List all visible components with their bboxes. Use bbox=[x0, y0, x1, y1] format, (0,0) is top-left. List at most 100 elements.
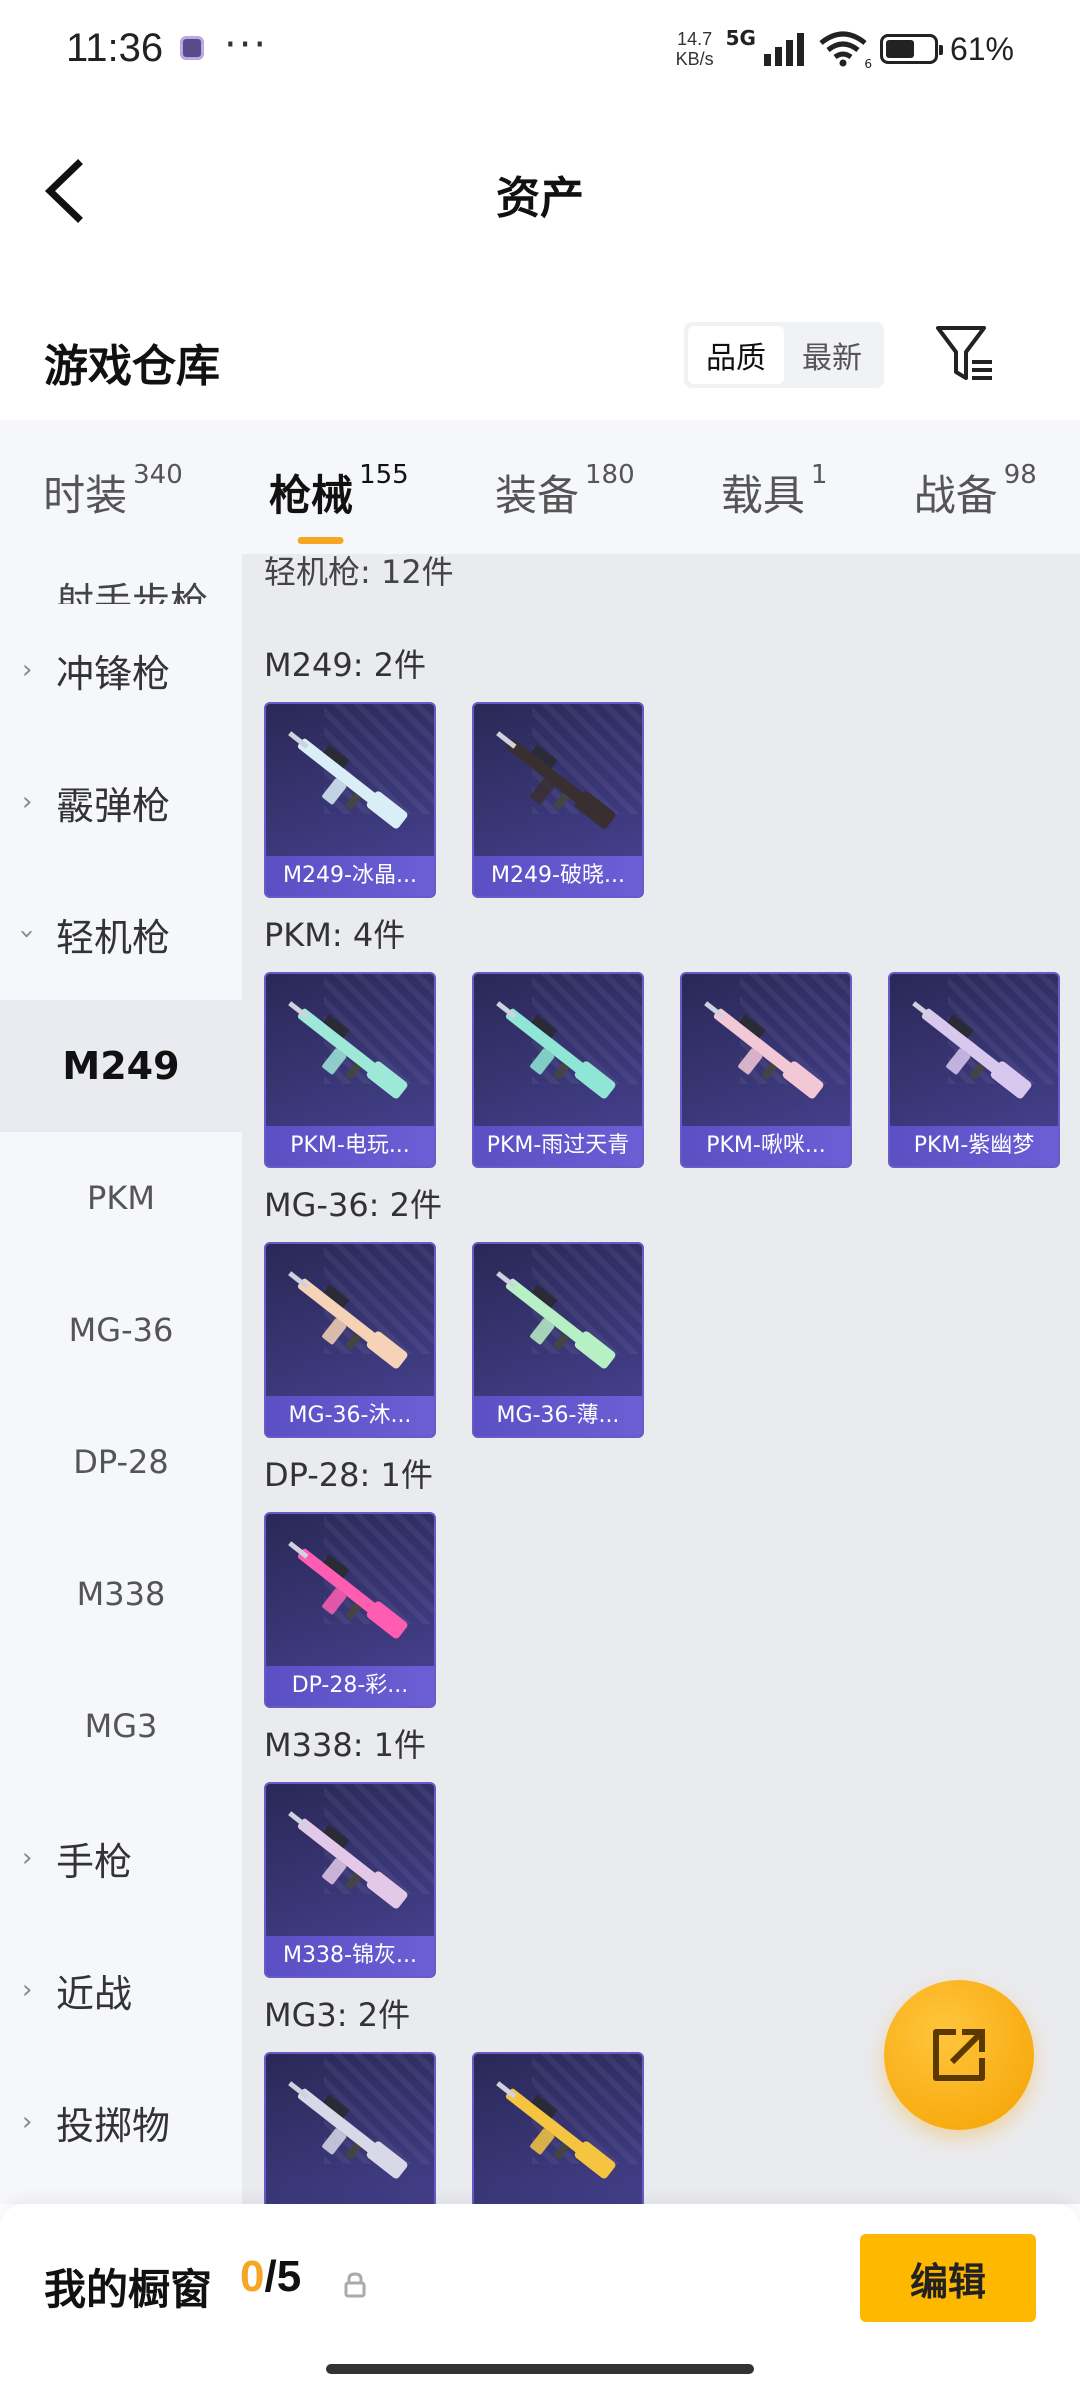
tab-count: 1 bbox=[810, 460, 828, 490]
gun-image-icon bbox=[912, 1001, 1032, 1099]
group-items: MG-36-沐... MG-36-薄... bbox=[264, 1242, 1080, 1438]
tab-firearms[interactable]: 枪械 155 bbox=[269, 452, 409, 544]
showcase-title: 我的橱窗 bbox=[44, 2265, 213, 2314]
sidebar-item-marksman[interactable]: 射手步枪 bbox=[0, 554, 242, 604]
sidebar-item-throwables[interactable]: › 投掷物 bbox=[0, 2056, 242, 2188]
tab-equipment[interactable]: 装备 180 bbox=[495, 452, 635, 522]
tab-count: 98 bbox=[1003, 460, 1037, 490]
sidebar-sub-m338[interactable]: M338 bbox=[0, 1528, 242, 1660]
tab-label: 时装 bbox=[43, 471, 128, 520]
sidebar-item-shotgun[interactable]: › 霰弹枪 bbox=[0, 736, 242, 868]
more-notifications-icon: ··· bbox=[224, 22, 269, 68]
network-speed-value: 14.7 bbox=[677, 29, 713, 49]
share-external-icon bbox=[933, 2029, 985, 2081]
sidebar-item-melee[interactable]: › 近战 bbox=[0, 1924, 242, 2056]
page-title: 资产 bbox=[496, 173, 584, 224]
sidebar-sub-dp28[interactable]: DP-28 bbox=[0, 1396, 242, 1528]
showcase-total: /5 bbox=[264, 2252, 302, 2301]
sidebar-item-lmg[interactable]: › 轻机枪 bbox=[0, 868, 242, 1000]
status-bar: 11:36 ··· 14.7 KB/s 5G 6 61% bbox=[0, 0, 1080, 100]
skin-card[interactable]: M249-冰晶... bbox=[264, 702, 436, 898]
skin-name: M338-锦灰... bbox=[266, 1936, 434, 1976]
tab-outfits[interactable]: 时装 340 bbox=[43, 452, 183, 522]
skin-name: MG-36-薄... bbox=[474, 1396, 642, 1436]
chevron-right-icon: › bbox=[22, 2107, 33, 2137]
tab-count: 155 bbox=[359, 460, 409, 490]
battery-fill bbox=[885, 40, 914, 58]
sidebar-sub-m249[interactable]: M249 bbox=[0, 1000, 242, 1132]
skin-card[interactable] bbox=[472, 2052, 644, 2204]
gun-image-icon bbox=[496, 2081, 616, 2179]
skin-name: PKM-啾咪... bbox=[682, 1126, 850, 1166]
sort-newest-button[interactable]: 最新 bbox=[784, 326, 880, 384]
group-items: PKM-电玩... PKM-雨过天青 PKM-啾咪... PKM-紫幽梦 bbox=[264, 972, 1080, 1168]
sidebar-item-label: 霰弹枪 bbox=[56, 783, 171, 828]
skin-card[interactable]: PKM-啾咪... bbox=[680, 972, 852, 1168]
filter-icon[interactable] bbox=[934, 322, 996, 386]
tab-vehicles[interactable]: 载具 1 bbox=[721, 452, 828, 522]
skin-name: M249-破晓... bbox=[474, 856, 642, 896]
share-button[interactable] bbox=[884, 1980, 1034, 2130]
group-items: DP-28-彩... bbox=[264, 1512, 1080, 1708]
chevron-right-icon: › bbox=[22, 655, 33, 685]
home-indicator bbox=[326, 2364, 754, 2374]
network-type: 5G bbox=[725, 26, 756, 50]
group-items: M249-冰晶... M249-破晓... bbox=[264, 702, 1080, 898]
tab-supplies[interactable]: 战备 98 bbox=[914, 452, 1037, 522]
group-items: M338-锦灰... bbox=[264, 1782, 1080, 1978]
tab-count: 340 bbox=[133, 460, 183, 490]
skin-card[interactable]: MG-36-薄... bbox=[472, 1242, 644, 1438]
skin-card[interactable]: M249-破晓... bbox=[472, 702, 644, 898]
skin-card[interactable]: MG-36-沐... bbox=[264, 1242, 436, 1438]
status-right-group: 14.7 KB/s 5G 6 61% bbox=[676, 24, 1014, 74]
sidebar-item-pistol[interactable]: › 手枪 bbox=[0, 1792, 242, 1924]
tab-label: 载具 bbox=[720, 471, 805, 520]
sidebar-item-label: 轻机枪 bbox=[56, 915, 171, 960]
group-title: M338: 1件 bbox=[264, 1726, 427, 1764]
signal-icon bbox=[763, 33, 804, 66]
gun-image-icon bbox=[496, 731, 616, 829]
gun-image-icon bbox=[704, 1001, 824, 1099]
sidebar-sub-pkm[interactable]: PKM bbox=[0, 1132, 242, 1264]
gun-image-icon bbox=[288, 1001, 408, 1099]
tab-label: 战备 bbox=[913, 471, 998, 520]
sidebar-item-label: 手枪 bbox=[56, 1839, 133, 1884]
app-root: { "status": {"time": "11:36", "dots": "·… bbox=[0, 0, 1080, 2400]
wifi-icon: 6 bbox=[818, 31, 872, 71]
sidebar-item-label: 近战 bbox=[56, 1971, 133, 2016]
sidebar-sub-mg3[interactable]: MG3 bbox=[0, 1660, 242, 1792]
sort-toggle: 品质 最新 bbox=[684, 322, 884, 388]
edit-button[interactable]: 编辑 bbox=[860, 2234, 1036, 2322]
sidebar-item-label: 射手步枪 bbox=[56, 580, 209, 604]
battery-icon bbox=[879, 34, 943, 64]
sort-quality-button[interactable]: 品质 bbox=[688, 326, 784, 384]
active-tab-indicator bbox=[297, 537, 344, 544]
network-speed: 14.7 KB/s bbox=[676, 29, 714, 69]
gun-image-icon bbox=[288, 731, 408, 829]
skin-card[interactable]: M338-锦灰... bbox=[264, 1782, 436, 1978]
skin-name: PKM-电玩... bbox=[266, 1126, 434, 1166]
status-time: 11:36 bbox=[66, 26, 164, 70]
skin-name: MG-36-沐... bbox=[266, 1396, 434, 1436]
battery-percent: 61% bbox=[949, 30, 1014, 67]
skin-card[interactable] bbox=[264, 2052, 436, 2204]
network-speed-unit: KB/s bbox=[675, 49, 714, 69]
showcase-count: 0/5 bbox=[240, 2252, 301, 2302]
tab-count: 180 bbox=[584, 460, 635, 490]
item-grid-panel[interactable]: 轻机枪: 12件 M249: 2件 M249-冰晶... M249-破晓... PKM… bbox=[242, 554, 1080, 2204]
skin-card[interactable]: DP-28-彩... bbox=[264, 1512, 436, 1708]
warehouse-title: 游戏仓库 bbox=[44, 341, 220, 392]
skin-card[interactable]: PKM-紫幽梦 bbox=[888, 972, 1060, 1168]
skin-card[interactable]: PKM-电玩... bbox=[264, 972, 436, 1168]
chevron-right-icon: › bbox=[22, 1843, 33, 1873]
sidebar-item-smg[interactable]: › 冲锋枪 bbox=[0, 604, 242, 736]
gun-image-icon bbox=[288, 2081, 408, 2179]
tab-label: 枪械 bbox=[269, 471, 354, 520]
sidebar-sub-mg36[interactable]: MG-36 bbox=[0, 1264, 242, 1396]
wifi-badge: 6 bbox=[864, 57, 872, 71]
lock-icon bbox=[344, 2272, 366, 2298]
skin-card[interactable]: PKM-雨过天青 bbox=[472, 972, 644, 1168]
group-title: MG-36: 2件 bbox=[264, 1186, 442, 1224]
skin-name: PKM-雨过天青 bbox=[474, 1126, 642, 1166]
gun-image-icon bbox=[496, 1001, 616, 1099]
